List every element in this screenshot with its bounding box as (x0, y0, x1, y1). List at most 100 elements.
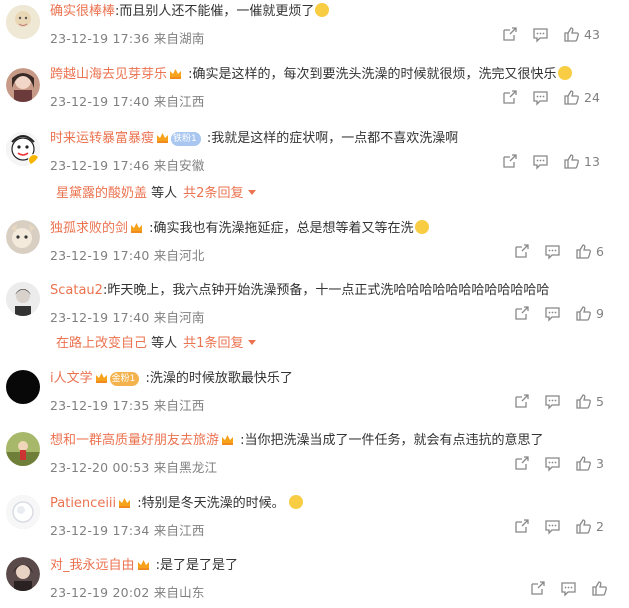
thumb-up-icon (576, 518, 591, 534)
crown-icon (222, 435, 234, 445)
like-button[interactable]: 43 (563, 26, 602, 43)
comment-meta: 23-12-19 17:34 来自江西 (50, 520, 205, 539)
share-button[interactable] (513, 455, 530, 472)
share-button[interactable] (501, 153, 518, 170)
separator: : (202, 131, 212, 146)
comment-location: 来自黑龙江 (153, 460, 218, 475)
avatar[interactable] (6, 132, 40, 166)
like-button[interactable]: 9 (575, 305, 614, 322)
comment-location: 来自湖南 (153, 31, 205, 46)
comment-line: 独孤求败的剑 :确实我也有洗澡拖延症，总是想等着又等在洗 (50, 220, 623, 238)
reply-summary: 星黛露的酸奶盖 等人 共2条回复 (56, 182, 257, 201)
like-button[interactable]: 13 (563, 153, 602, 170)
fan-badge-label: 铁粉1 (173, 134, 197, 144)
username[interactable]: 对_我永远自由 (50, 558, 135, 573)
username[interactable]: 跨越山海去见芽芽乐 (50, 67, 167, 82)
avatar[interactable] (6, 557, 40, 591)
share-button[interactable] (513, 305, 530, 322)
username[interactable]: Scatau2 (50, 283, 103, 298)
avatar[interactable] (6, 68, 40, 102)
comment-item: Scatau2:昨天晚上，我六点钟开始洗澡预备，十一点正式洗哈哈哈哈哈哈哈哈哈哈… (0, 282, 629, 354)
reply-button[interactable] (532, 26, 549, 43)
view-replies-link[interactable]: 共1条回复 (183, 336, 257, 351)
comment-text: 特别是冬天洗澡的时候。 (141, 496, 285, 511)
comment-location: 来自江西 (153, 94, 205, 109)
comment-item: Patienceiii :特别是冬天洗澡的时候。 23-12-19 17:34 … (0, 495, 629, 540)
reply-button[interactable] (544, 243, 561, 260)
share-button[interactable] (501, 89, 518, 106)
share-button[interactable] (529, 580, 546, 597)
comment-line: 跨越山海去见芽芽乐 :确实是这样的，每次到要洗头洗澡的时候就很烦，洗完又很快乐 (50, 66, 623, 84)
avatar[interactable] (6, 432, 40, 466)
share-icon (503, 153, 517, 168)
reply-button[interactable] (532, 153, 549, 170)
like-button[interactable]: 6 (575, 243, 614, 260)
avatar[interactable] (6, 5, 40, 39)
share-icon (515, 305, 529, 320)
fan-badge-label: 金粉1 (111, 374, 136, 384)
avatar[interactable] (6, 282, 40, 316)
comment-location: 来自安徽 (153, 158, 205, 173)
comment-meta: 23-12-19 20:02 来自山东 (50, 582, 205, 601)
reply-button[interactable] (544, 305, 561, 322)
comment-date: 23-12-19 17:46 (50, 158, 150, 173)
share-icon (515, 455, 529, 470)
reply-button[interactable] (532, 89, 549, 106)
laughing-crying-emoji-icon (557, 66, 572, 80)
view-replies-label: 共1条回复 (183, 336, 244, 351)
username[interactable]: 确实很棒棒 (50, 4, 115, 19)
comment-actions: 5 (513, 392, 629, 410)
username[interactable]: 想和一群高质量好朋友去旅游 (50, 433, 219, 448)
username[interactable]: 时来运转暴富暴瘦 (50, 131, 154, 146)
comment-location: 来自江西 (153, 523, 205, 538)
comment-text: 是了是了是了 (160, 558, 239, 573)
comment-line: 确实很棒棒:而且别人还不能催，一催就更烦了 (50, 3, 623, 21)
reply-button[interactable] (544, 393, 561, 410)
comment-text: 当你把洗澡当成了一件任务，就会有点违抗的意思了 (244, 433, 544, 448)
cat-emoji-icon (414, 220, 429, 234)
view-replies-link[interactable]: 共2条回复 (183, 186, 257, 201)
share-icon (515, 243, 529, 258)
comment-actions: 43 (501, 25, 629, 43)
like-button[interactable]: 3 (575, 455, 614, 472)
comment-text: 洗澡的时候放歌最快乐了 (149, 371, 293, 386)
comment-text: 确实我也有洗澡拖延症，总是想等着又等在洗 (153, 221, 414, 236)
share-button[interactable] (501, 26, 518, 43)
comment-icon (533, 154, 548, 170)
like-count: 13 (584, 153, 600, 169)
like-button[interactable]: 24 (563, 89, 602, 106)
caret-down-icon (248, 340, 257, 345)
view-replies-label: 共2条回复 (183, 186, 244, 201)
like-button[interactable]: 2 (575, 518, 614, 535)
share-icon (515, 393, 529, 408)
reply-button[interactable] (544, 518, 561, 535)
comment-actions (529, 579, 629, 597)
like-button[interactable]: 5 (575, 393, 614, 410)
comment-meta: 23-12-19 17:40 来自江西 (50, 91, 205, 110)
like-count: 43 (584, 26, 600, 42)
comment-line: 想和一群高质量好朋友去旅游 :当你把洗澡当成了一件任务，就会有点违抗的意思了 (50, 432, 623, 450)
separator: : (236, 433, 245, 448)
thumb-up-icon (592, 580, 607, 596)
share-button[interactable] (513, 243, 530, 260)
comment-date: 23-12-19 17:36 (50, 31, 150, 46)
avatar[interactable] (6, 220, 40, 254)
comment-item: 对_我永远自由 :是了是了是了 23-12-19 20:02 来自山东 (0, 557, 629, 602)
avatar[interactable] (6, 370, 40, 404)
username[interactable]: Patienceiii (50, 496, 116, 511)
thumb-up-icon (576, 243, 591, 259)
username[interactable]: i人文学 (50, 371, 93, 386)
reply-username[interactable]: 在路上改变自己 (56, 336, 147, 351)
share-button[interactable] (513, 518, 530, 535)
like-button[interactable] (591, 580, 629, 597)
share-icon (531, 580, 545, 595)
share-button[interactable] (513, 393, 530, 410)
reply-username[interactable]: 星黛露的酸奶盖 (56, 186, 147, 201)
username[interactable]: 独孤求败的剑 (50, 221, 128, 236)
comment-date: 23-12-20 00:53 (50, 460, 150, 475)
reply-button[interactable] (544, 455, 561, 472)
comment-item: 想和一群高质量好朋友去旅游 :当你把洗澡当成了一件任务，就会有点违抗的意思了 2… (0, 432, 629, 477)
comment-actions: 9 (513, 304, 629, 322)
reply-button[interactable] (560, 580, 577, 597)
avatar[interactable] (6, 495, 40, 529)
